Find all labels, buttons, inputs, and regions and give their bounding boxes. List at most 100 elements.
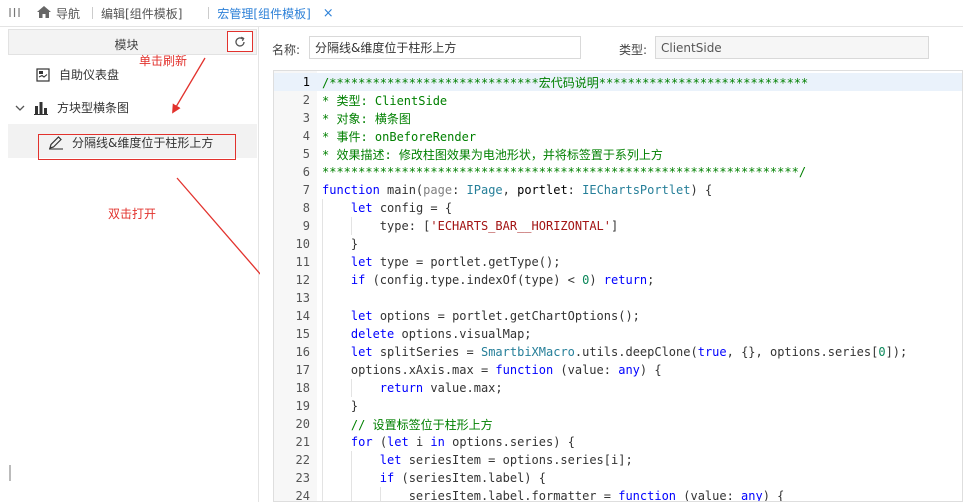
code-line[interactable]: 22 let seriesItem = options.series[i]; (274, 451, 962, 469)
tree-item-label: 方块型横条图 (57, 101, 130, 115)
code-text: * 类型: ClientSide (322, 93, 448, 108)
code-text: /*****************************宏代码说明*****… (322, 75, 809, 90)
code-line[interactable]: 17 options.xAxis.max = function (value: … (274, 361, 962, 379)
line-number: 15 (295, 327, 310, 341)
line-number: 4 (302, 129, 310, 143)
code-line[interactable]: 23 if (seriesItem.label) { (274, 469, 962, 487)
name-label: 名称: (272, 43, 301, 57)
tab-navigation[interactable]: 导航 (30, 0, 86, 27)
indent-guide (350, 451, 352, 501)
line-number: 12 (295, 273, 310, 287)
module-panel: 模块 自助仪表盘 方块型横条图 分隔线&维度位于柱形上方 单击刷新 双击打开 (0, 27, 259, 502)
expand-chevron-icon[interactable] (15, 104, 27, 112)
code-line[interactable]: 13 (274, 289, 962, 307)
type-field (655, 36, 929, 59)
code-text: seriesItem.label.formatter = function (v… (322, 489, 785, 502)
line-number: 9 (302, 219, 310, 233)
code-text: * 效果描述: 修改柱图效果为电池形状，并将标签置于系列上方 (322, 147, 663, 162)
tab-macro-management-label: 宏管理[组件模板] (217, 6, 311, 21)
code-line[interactable]: 12 if (config.type.indexOf(type) < 0) re… (274, 271, 962, 289)
line-number: 5 (302, 147, 310, 161)
line-number: 1 (302, 75, 310, 89)
code-text: type: ['ECHARTS_BAR__HORIZONTAL'] (322, 219, 619, 233)
tree-item-block-bar-chart[interactable]: 方块型横条图 (15, 99, 129, 116)
module-panel-header: 模块 (8, 29, 257, 55)
line-number: 13 (295, 291, 310, 305)
code-line[interactable]: 21 for (let i in options.series) { (274, 433, 962, 451)
code-line[interactable]: 6 ***************************************… (274, 163, 962, 181)
code-text: ****************************************… (322, 165, 807, 179)
line-number: 17 (295, 363, 310, 377)
code-line[interactable]: 16 let splitSeries = SmartbiXMacro.utils… (274, 343, 962, 361)
line-number: 20 (295, 417, 310, 431)
indent-guide (379, 487, 381, 501)
line-number: 16 (295, 345, 310, 359)
code-line[interactable]: 3 * 对象: 横条图 (274, 109, 962, 127)
line-number: 2 (302, 93, 310, 107)
indent-guide (350, 379, 352, 397)
menu-toggle-icon[interactable]: III (0, 6, 30, 20)
code-line[interactable]: 9 type: ['ECHARTS_BAR__HORIZONTAL'] (274, 217, 962, 235)
name-input[interactable] (309, 36, 581, 59)
tab-edit-template-label: 编辑[组件模板] (101, 6, 183, 21)
line-number: 23 (295, 471, 310, 485)
code-text: let seriesItem = options.series[i]; (379, 453, 633, 467)
code-line[interactable]: 7 function main(page: IPage, portlet: IEC… (274, 181, 962, 199)
close-tab-icon[interactable]: × (323, 6, 334, 21)
bar-chart-icon (33, 101, 49, 115)
top-tab-bar: III 导航 编辑[组件模板] 宏管理[组件模板] × (0, 0, 963, 27)
annotation-single-click-refresh: 单击刷新 (139, 54, 188, 68)
code-line[interactable]: 15 delete options.visualMap; (274, 325, 962, 343)
code-line[interactable]: 5 * 效果描述: 修改柱图效果为电池形状，并将标签置于系列上方 (274, 145, 962, 163)
code-line[interactable]: 20 // 设置标签位于柱形上方 (274, 415, 962, 433)
type-label: 类型: (619, 43, 648, 57)
code-text: let options = portlet.getChartOptions(); (350, 309, 640, 323)
dashboard-icon (35, 67, 51, 82)
code-line[interactable]: 4 * 事件: onBeforeRender (274, 127, 962, 145)
line-number: 3 (302, 111, 310, 125)
code-line[interactable]: 2 * 类型: ClientSide (274, 91, 962, 109)
code-line[interactable]: 19 } (274, 397, 962, 415)
refresh-button[interactable] (227, 31, 253, 52)
line-number: 7 (302, 183, 310, 197)
line-number: 24 (295, 489, 310, 502)
code-text: } (322, 237, 359, 251)
indent-guide (350, 217, 352, 235)
code-line[interactable]: 14 let options = portlet.getChartOptions… (274, 307, 962, 325)
code-text: * 事件: onBeforeRender (322, 129, 477, 144)
tree-item-label: 自助仪表盘 (59, 68, 120, 82)
code-text: function main(page: IPage, portlet: IECh… (322, 183, 713, 197)
code-text: let type = portlet.getType(); (350, 255, 561, 269)
tab-divider (92, 7, 94, 19)
indent-guide (322, 199, 323, 501)
code-text: * 对象: 横条图 (322, 111, 411, 126)
line-number: 10 (295, 237, 310, 251)
code-text: return value.max; (379, 381, 503, 395)
line-number: 6 (302, 165, 310, 179)
code-line[interactable]: 10 } (274, 235, 962, 253)
code-line[interactable]: 8 let config = { (274, 199, 962, 217)
code-text: if (config.type.indexOf(type) < 0) retur… (350, 273, 655, 287)
tree-item-dashboard[interactable]: 自助仪表盘 (35, 66, 119, 83)
annotation-double-click-open: 双击打开 (108, 207, 157, 221)
tab-macro-management[interactable]: 宏管理[组件模板] × (202, 0, 339, 27)
code-line[interactable]: 11 let type = portlet.getType(); (274, 253, 962, 271)
line-number: 22 (295, 453, 310, 467)
panel-resize-handle[interactable] (9, 465, 11, 481)
code-line[interactable]: 1 /*****************************宏代码说明****… (274, 73, 962, 91)
tab-navigation-label: 导航 (56, 6, 81, 21)
code-editor[interactable]: 1 /*****************************宏代码说明****… (273, 70, 963, 502)
line-number: 11 (295, 255, 310, 269)
tree-item-label: 分隔线&维度位于柱形上方 (72, 136, 214, 150)
line-number: 14 (295, 309, 310, 323)
refresh-icon (235, 36, 245, 47)
tab-edit-template[interactable]: 编辑[组件模板] (86, 0, 188, 27)
line-number: 18 (295, 381, 310, 395)
code-text: let config = { (350, 201, 453, 215)
code-line[interactable]: 18 return value.max; (274, 379, 962, 397)
code-line[interactable]: 24 seriesItem.label.formatter = function… (274, 487, 962, 502)
module-panel-title: 模块 (114, 38, 139, 52)
code-text: // 设置标签位于柱形上方 (350, 417, 493, 432)
tree-item-macro[interactable]: 分隔线&维度位于柱形上方 (48, 134, 213, 151)
line-number: 19 (295, 399, 310, 413)
